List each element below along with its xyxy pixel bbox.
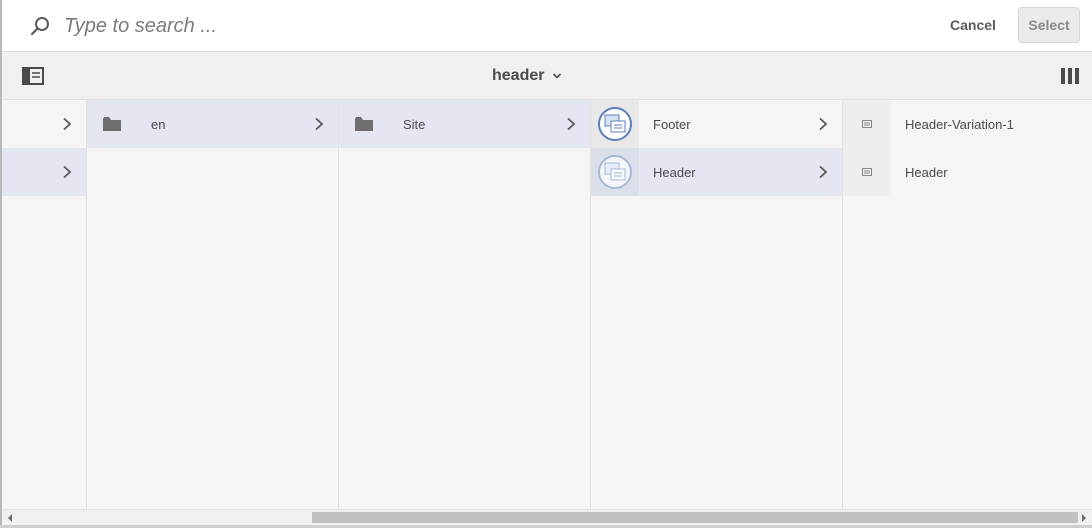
- column-1: [2, 100, 87, 509]
- search-icon: [30, 17, 49, 36]
- item-thumbnail: [591, 148, 639, 196]
- column-item[interactable]: Footer: [591, 100, 842, 148]
- item-label: Site: [403, 116, 426, 132]
- column-4: Footer Header: [591, 100, 843, 509]
- scroll-left-arrow-icon[interactable]: [6, 513, 14, 523]
- item-thumbnail: [843, 100, 891, 148]
- chevron-down-icon: [553, 73, 562, 79]
- column-2: en: [87, 100, 339, 509]
- item-label: Footer: [653, 116, 691, 132]
- experience-fragment-icon: [598, 155, 632, 189]
- column-item[interactable]: [2, 100, 86, 148]
- column-3: Site: [339, 100, 591, 509]
- scroll-right-arrow-icon[interactable]: [1080, 513, 1088, 523]
- item-label: en: [151, 116, 166, 132]
- search-input[interactable]: [64, 12, 664, 40]
- toolbar: header: [2, 52, 1092, 100]
- folder-icon: [355, 117, 373, 131]
- column-view: en Site Footer Header Header-Variation-1…: [2, 100, 1092, 509]
- item-label: Header-Variation-1: [905, 116, 1014, 132]
- variation-icon: [862, 168, 872, 176]
- column-view-icon[interactable]: [1060, 67, 1080, 85]
- item-thumbnail: [843, 148, 891, 196]
- chevron-right-icon: [819, 165, 828, 179]
- column-item-active[interactable]: Header: [591, 148, 842, 196]
- rail-toggle-icon[interactable]: [22, 67, 44, 85]
- scrollbar-thumb[interactable]: [312, 512, 1078, 523]
- select-button[interactable]: Select: [1018, 7, 1080, 43]
- item-label: Header: [905, 164, 948, 180]
- item-thumbnail: [591, 100, 639, 148]
- column-item[interactable]: en: [87, 100, 338, 148]
- column-5: Header-Variation-1 Header: [843, 100, 1092, 509]
- title-dropdown[interactable]: header: [492, 64, 562, 88]
- column-item[interactable]: [2, 148, 86, 196]
- cancel-button[interactable]: Cancel: [942, 8, 1004, 42]
- page-title: header: [492, 67, 545, 84]
- chevron-right-icon: [315, 117, 324, 131]
- column-item[interactable]: Header-Variation-1: [843, 100, 1092, 148]
- chevron-right-icon: [567, 117, 576, 131]
- column-item[interactable]: Site: [339, 100, 590, 148]
- column-item[interactable]: Header: [843, 148, 1092, 196]
- chevron-right-icon: [819, 117, 828, 131]
- search-bar: Cancel Select: [2, 0, 1092, 52]
- variation-icon: [862, 120, 872, 128]
- horizontal-scrollbar[interactable]: [2, 509, 1092, 525]
- folder-icon: [103, 117, 121, 131]
- experience-fragment-icon: [598, 107, 632, 141]
- chevron-right-icon: [63, 117, 72, 131]
- item-label: Header: [653, 164, 696, 180]
- chevron-right-icon: [63, 165, 72, 179]
